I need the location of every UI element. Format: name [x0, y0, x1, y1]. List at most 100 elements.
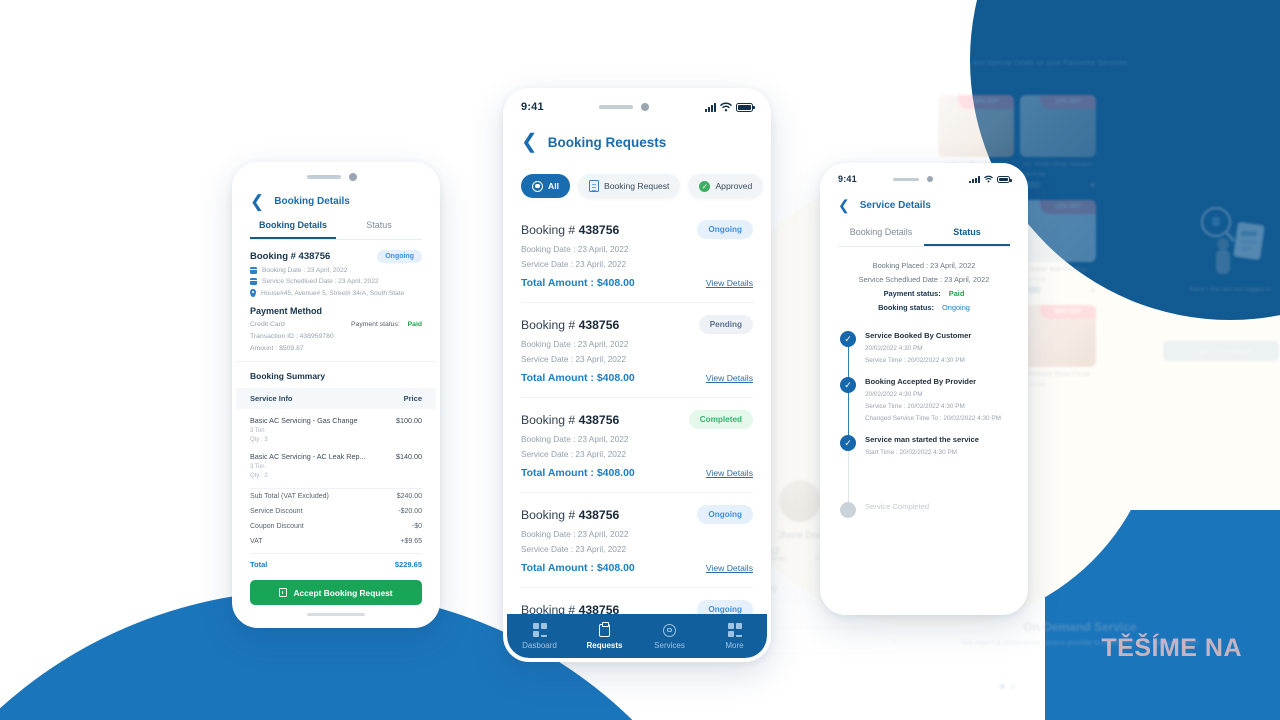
- status-timeline: ✓ Service Booked By Customer 20/02/2022 …: [824, 321, 1024, 531]
- item-qty: Qty : 2: [250, 473, 268, 479]
- tab-status[interactable]: Status: [336, 220, 422, 239]
- bottom-tab-bar: Dasboard Requests Services More: [507, 614, 767, 658]
- filter-chip-booking-request[interactable]: Booking Request: [577, 174, 681, 198]
- calendar-icon: [250, 267, 257, 274]
- booking-placed: Booking Placed : 23 April, 2022: [872, 261, 976, 270]
- battery-icon: [996, 175, 1012, 183]
- grand-total-row: Total $229.65: [250, 553, 422, 569]
- screenshot-stage: TĚŠÍME NA Get Special Deals on your Favo…: [0, 0, 1280, 720]
- timeline-title: Booking Accepted By Provider: [865, 377, 977, 386]
- item-price: $140.00: [396, 452, 422, 461]
- filter-chip-row: All Booking Request Approved: [507, 162, 767, 208]
- booking-list-item[interactable]: Booking # 438756 Ongoing Booking Date : …: [521, 208, 753, 303]
- payment-method-value: Credit Card: [250, 321, 285, 328]
- payment-amount: Amount : $509.87: [250, 345, 304, 352]
- payment-status-label: Payment status:: [883, 289, 941, 298]
- total-amount: Total Amount : $408.00: [521, 372, 635, 384]
- status-badge: Ongoing: [377, 250, 422, 263]
- view-details-link[interactable]: View Details: [706, 563, 753, 573]
- page-title: Booking Requests: [547, 134, 667, 150]
- total-row: VAT +$9.65: [250, 534, 422, 549]
- booking-summary-heading: Booking Summary: [236, 361, 436, 388]
- tab-label: Requests: [586, 640, 623, 650]
- booking-prefix: Booking #: [521, 222, 579, 237]
- summary-item-row: Basic AC Servicing - AC Leak Rep... $140…: [250, 445, 422, 481]
- timeline-connector: [847, 391, 850, 437]
- booking-date: Booking Date : 23 April, 2022: [262, 267, 348, 274]
- payment-status-value: Paid: [407, 321, 422, 328]
- view-details-link[interactable]: View Details: [706, 278, 753, 288]
- total-row: Coupon Discount -$0: [250, 519, 422, 534]
- home-indicator: [307, 613, 365, 616]
- booking-list-item[interactable]: Booking # 438756 Completed Booking Date …: [521, 398, 753, 493]
- tab-requests[interactable]: Requests: [572, 622, 637, 650]
- nav-bar: ❮ Booking Details: [236, 188, 436, 214]
- document-icon: [588, 180, 599, 192]
- wifi-icon: [984, 175, 993, 183]
- tab-dashboard[interactable]: Dasboard: [507, 623, 572, 650]
- item-price: $100.00: [396, 416, 422, 425]
- total-value: -$20.00: [398, 508, 422, 515]
- service-date: Service Date : 23 April, 2022: [521, 259, 627, 269]
- carousel-dot: [1010, 684, 1015, 689]
- booking-list-item[interactable]: Booking # 438756 Pending Booking Date : …: [521, 303, 753, 398]
- grand-total-label: Total: [250, 560, 268, 569]
- total-label: Service Discount: [250, 508, 303, 515]
- status-bar: 9:41: [236, 166, 436, 188]
- tab-booking-details[interactable]: Booking Details: [250, 220, 336, 239]
- gear-icon: [637, 623, 702, 638]
- filter-chip-approved[interactable]: Approved: [688, 174, 764, 198]
- location-pin-icon: [250, 289, 256, 297]
- check-circle-icon: [699, 180, 711, 192]
- status-badge: Ongoing: [697, 505, 753, 524]
- phone-booking-details: 9:41 ❮ Booking Details Booking Details S…: [232, 162, 440, 628]
- filter-chip-all[interactable]: All: [521, 174, 570, 198]
- timeline-step: ✓ Service man started the service Start …: [840, 435, 1008, 504]
- view-details-link[interactable]: View Details: [706, 468, 753, 478]
- view-details-link[interactable]: View Details: [706, 373, 753, 383]
- tab-booking-details[interactable]: Booking Details: [838, 227, 924, 246]
- check-icon: ✓: [840, 435, 856, 451]
- back-icon[interactable]: ❮: [838, 198, 850, 212]
- status-badge: Ongoing: [697, 220, 753, 239]
- timeline-title: Service Completed: [865, 502, 930, 511]
- page-title: Service Details: [859, 199, 931, 211]
- tab-more[interactable]: More: [702, 623, 767, 650]
- total-row: Sub Total (VAT Excluded) $240.00: [250, 489, 422, 504]
- item-qty: Qty : 3: [250, 437, 268, 443]
- item-name: Basic AC Servicing - Gas Change: [250, 416, 358, 425]
- booking-status-value: Ongoing: [941, 303, 970, 312]
- speaker-icon: [892, 177, 919, 181]
- notch: [307, 173, 358, 181]
- tab-bar: Booking Details Status: [838, 227, 1010, 247]
- clipboard-icon: [572, 622, 637, 638]
- back-icon[interactable]: ❮: [521, 132, 538, 152]
- grid-icon: [507, 623, 572, 638]
- tab-services[interactable]: Services: [637, 623, 702, 650]
- booking-list-item[interactable]: Booking # 438756 Ongoing Booking Date : …: [521, 493, 753, 588]
- col-service-info: Service Info: [250, 394, 293, 403]
- chevron-right-icon: ›: [893, 636, 896, 645]
- signal-icon: [968, 175, 980, 183]
- timeline-detail: Service Time : 20/02/2022 4:30 PM: [865, 403, 965, 410]
- booking-prefix: Booking #: [521, 507, 579, 522]
- service-date: Service Date : 23 April, 2022: [521, 544, 627, 554]
- status-badge: Completed: [688, 410, 753, 429]
- booking-number: 438756: [578, 507, 620, 522]
- status-bar: 9:41: [824, 167, 1024, 191]
- signal-icon: [704, 102, 716, 112]
- tab-status[interactable]: Status: [924, 227, 1010, 246]
- timeline-title: Service man started the service: [865, 435, 979, 444]
- item-spec: 3 Ton: [250, 464, 265, 470]
- payment-status-value: Paid: [948, 289, 965, 298]
- transaction-id: Transaction ID : 438959780: [250, 333, 334, 340]
- timeline-step: ✓ Service Booked By Customer 20/02/2022 …: [840, 331, 1008, 379]
- summary-item-row: Basic AC Servicing - Gas Change $100.00 …: [250, 409, 422, 445]
- booking-date: Booking Date : 23 April, 2022: [521, 434, 629, 444]
- back-icon[interactable]: ❮: [250, 193, 264, 210]
- tab-label: Dasboard: [522, 640, 557, 650]
- booking-prefix: Booking #: [521, 412, 579, 427]
- tab-bar: Booking Details Status: [250, 220, 422, 240]
- accept-booking-request-button[interactable]: Accept Booking Request: [250, 580, 422, 605]
- tab-label: Services: [654, 640, 685, 650]
